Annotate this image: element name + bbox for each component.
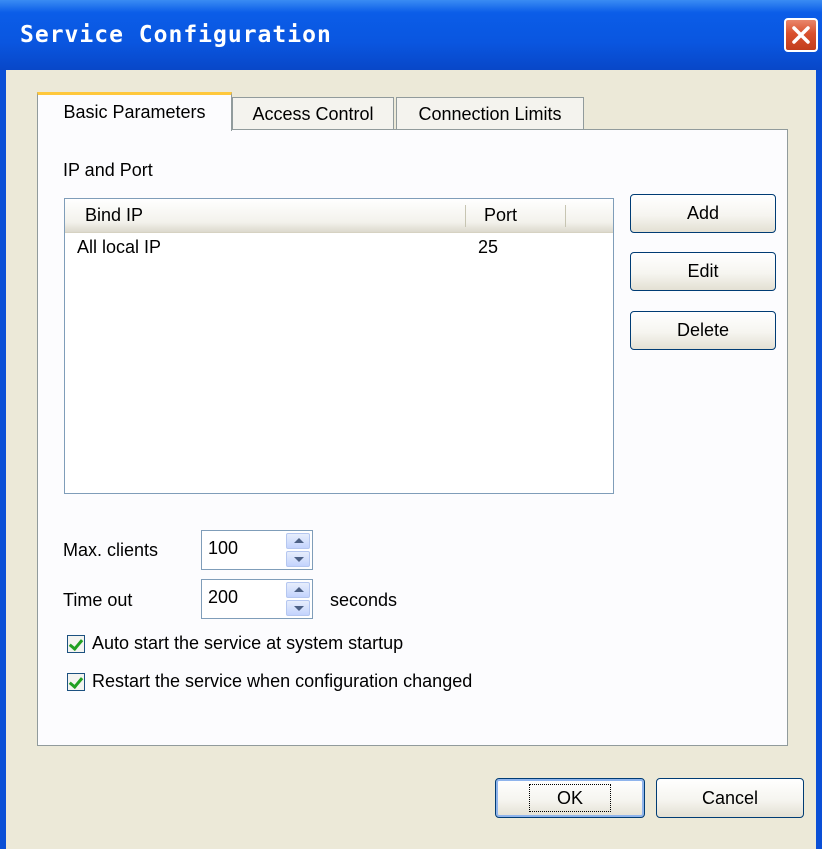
spin-buttons xyxy=(286,582,310,616)
time-out-input[interactable]: 200 xyxy=(208,587,238,608)
add-button[interactable]: Add xyxy=(630,194,776,233)
service-configuration-window: Service Configuration Basic Parameters A… xyxy=(0,0,822,849)
cell-bind-ip: All local IP xyxy=(77,237,162,257)
max-clients-input[interactable]: 100 xyxy=(208,538,238,559)
max-clients-label: Max. clients xyxy=(63,540,159,560)
time-out-unit: seconds xyxy=(330,590,398,610)
edit-button[interactable]: Edit xyxy=(630,252,776,291)
column-header-bind-ip[interactable]: Bind IP xyxy=(85,199,143,232)
checkmark-icon[interactable] xyxy=(67,673,85,691)
tab-label: Connection Limits xyxy=(418,104,562,124)
edit-button-label: Edit xyxy=(687,261,719,281)
add-button-label: Add xyxy=(686,203,720,223)
tab-connection-limits[interactable]: Connection Limits xyxy=(396,97,584,129)
delete-button-label: Delete xyxy=(676,320,730,340)
title-bar[interactable]: Service Configuration xyxy=(0,0,822,70)
column-header-port[interactable]: Port xyxy=(484,199,517,232)
ip-port-section-label: IP and Port xyxy=(63,160,153,180)
ip-port-list[interactable]: Bind IP Port All local IP 25 xyxy=(64,198,614,494)
checkmark-icon[interactable] xyxy=(67,635,85,653)
arrow-down-icon[interactable] xyxy=(286,551,310,567)
auto-start-checkbox[interactable]: Auto start the service at system startup xyxy=(67,633,527,657)
list-header: Bind IP Port xyxy=(65,199,613,233)
tab-label: Basic Parameters xyxy=(63,102,206,122)
close-button[interactable] xyxy=(784,18,818,52)
arrow-down-icon[interactable] xyxy=(286,600,310,616)
dialog-body: Basic Parameters Access Control Connecti… xyxy=(6,70,816,849)
ok-button-label: OK xyxy=(528,784,612,812)
time-out-spinner[interactable]: 200 xyxy=(201,579,313,619)
cancel-button[interactable]: Cancel xyxy=(656,778,804,818)
table-row[interactable]: All local IP 25 xyxy=(65,233,613,263)
time-out-label: Time out xyxy=(63,590,133,610)
tab-label: Access Control xyxy=(252,104,374,124)
tab-access-control[interactable]: Access Control xyxy=(232,97,394,129)
window-title: Service Configuration xyxy=(20,22,332,48)
tab-basic-parameters[interactable]: Basic Parameters xyxy=(37,92,232,131)
close-icon xyxy=(792,26,810,44)
restart-on-change-label: Restart the service when configuration c… xyxy=(92,671,473,691)
arrow-up-icon[interactable] xyxy=(286,582,310,598)
max-clients-spinner[interactable]: 100 xyxy=(201,530,313,570)
cell-port: 25 xyxy=(478,237,499,257)
cancel-button-label: Cancel xyxy=(701,788,759,808)
spin-buttons xyxy=(286,533,310,567)
column-divider[interactable] xyxy=(565,205,566,227)
restart-on-change-checkbox[interactable]: Restart the service when configuration c… xyxy=(67,671,567,695)
column-divider[interactable] xyxy=(465,205,466,227)
arrow-up-icon[interactable] xyxy=(286,533,310,549)
delete-button[interactable]: Delete xyxy=(630,311,776,350)
basic-parameters-panel: IP and Port Bind IP Port All local IP 25… xyxy=(37,129,788,746)
ok-button[interactable]: OK xyxy=(495,778,645,818)
auto-start-label: Auto start the service at system startup xyxy=(92,633,404,653)
